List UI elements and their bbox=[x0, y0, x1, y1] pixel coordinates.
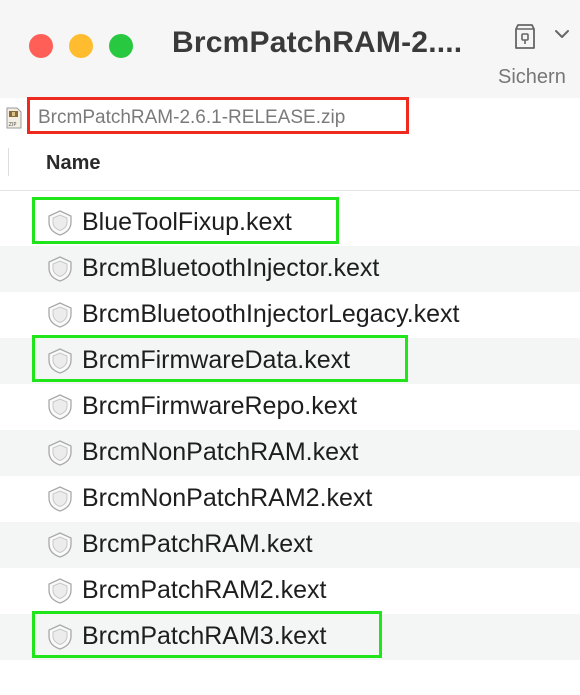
file-row[interactable]: BrcmBluetoothInjector.kext bbox=[0, 246, 580, 292]
file-row[interactable]: BrcmPatchRAM3.kext bbox=[0, 614, 580, 660]
kext-icon bbox=[46, 347, 74, 375]
window-title: BrcmPatchRAM-2.... bbox=[172, 26, 463, 59]
file-row[interactable]: BrcmFirmwareRepo.kext bbox=[0, 384, 580, 430]
kext-icon bbox=[46, 393, 74, 421]
file-row[interactable]: BrcmFirmwareData.kext bbox=[0, 338, 580, 384]
kext-icon bbox=[46, 439, 74, 467]
file-name: BrcmPatchRAM3.kext bbox=[82, 622, 327, 650]
file-row[interactable]: BrcmPatchRAM2.kext bbox=[0, 568, 580, 614]
title-bar: BrcmPatchRAM-2.... Sichern bbox=[0, 0, 580, 100]
path-item-zip[interactable]: BrcmPatchRAM-2.6.1-RELEASE.zip bbox=[38, 107, 345, 129]
file-row[interactable]: BrcmPatchRAM.kext bbox=[0, 522, 580, 568]
file-name: BrcmBluetoothInjector.kext bbox=[82, 254, 380, 282]
file-name: BrcmFirmwareData.kext bbox=[82, 346, 351, 374]
kext-icon bbox=[46, 485, 74, 513]
archive-lock-icon bbox=[515, 24, 535, 49]
file-name: BlueToolFixup.kext bbox=[82, 208, 292, 236]
kext-icon bbox=[46, 255, 74, 283]
column-divider[interactable] bbox=[8, 148, 9, 176]
file-row[interactable]: BrcmNonPatchRAM.kext bbox=[0, 430, 580, 476]
kext-icon bbox=[46, 531, 74, 559]
column-header: Name bbox=[0, 140, 580, 191]
name-column-header[interactable]: Name bbox=[46, 152, 100, 175]
path-bar: ZIP BrcmPatchRAM-2.6.1-RELEASE.zip bbox=[0, 98, 580, 138]
file-list: BlueToolFixup.kext BrcmBluetoothInjector.… bbox=[0, 200, 580, 660]
zip-archive-icon: ZIP bbox=[6, 107, 22, 129]
file-name: BrcmNonPatchRAM2.kext bbox=[82, 484, 373, 512]
file-row[interactable]: BlueToolFixup.kext bbox=[0, 200, 580, 246]
file-row[interactable]: BrcmBluetoothInjectorLegacy.kext bbox=[0, 292, 580, 338]
chevron-down-icon[interactable] bbox=[554, 28, 570, 40]
file-name: BrcmPatchRAM2.kext bbox=[82, 576, 327, 604]
kext-icon bbox=[46, 623, 74, 651]
minimize-window-button[interactable] bbox=[69, 34, 93, 58]
file-name: BrcmNonPatchRAM.kext bbox=[82, 438, 359, 466]
kext-icon bbox=[46, 209, 74, 237]
kext-icon bbox=[46, 301, 74, 329]
file-name: BrcmBluetoothInjectorLegacy.kext bbox=[82, 300, 460, 328]
sichern-label: Sichern bbox=[498, 66, 566, 88]
svg-text:ZIP: ZIP bbox=[9, 122, 17, 128]
close-window-button[interactable] bbox=[29, 34, 53, 58]
zoom-window-button[interactable] bbox=[109, 34, 133, 58]
kext-icon bbox=[46, 577, 74, 605]
sichern-toolbar-button[interactable]: Sichern bbox=[492, 14, 580, 94]
file-name: BrcmPatchRAM.kext bbox=[82, 530, 313, 558]
file-name: BrcmFirmwareRepo.kext bbox=[82, 392, 358, 420]
file-row[interactable]: BrcmNonPatchRAM2.kext bbox=[0, 476, 580, 522]
